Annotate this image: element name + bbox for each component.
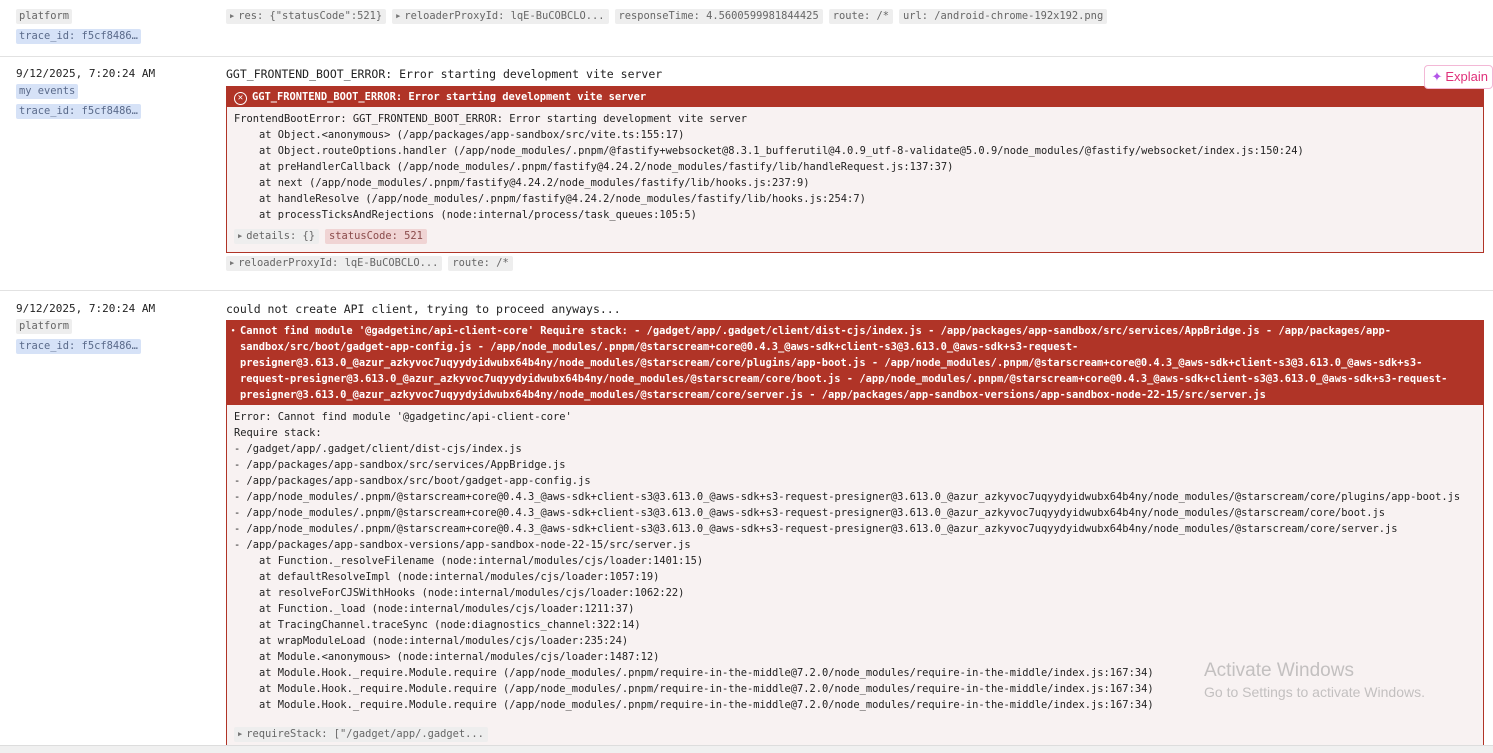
source-label[interactable]: my events xyxy=(16,84,79,99)
log-message: could not create API client, trying to p… xyxy=(226,302,621,316)
tag-status-code: statusCode: 521 xyxy=(325,229,427,244)
trace-id-badge[interactable]: trace_id: f5cf8486… xyxy=(16,104,141,119)
tag-route: route: /* xyxy=(828,9,894,24)
tag-text: res: {"statusCode":521} xyxy=(238,10,383,22)
error-circle-icon: ✕ xyxy=(234,92,247,105)
timestamp: 9/12/2025, 7:20:24 AM xyxy=(16,67,156,80)
explain-label: Explain xyxy=(1445,69,1488,84)
tag-text: reloaderProxyId: lqE-BuCOBCLO... xyxy=(404,10,605,22)
source-label[interactable]: platform xyxy=(16,319,73,334)
log-entry[interactable]: platform trace_id: f5cf8486… ▶ res: {"sta… xyxy=(0,0,1493,57)
tag-require-stack[interactable]: ▶ requireStack: ["/gadget/app/.gadget... xyxy=(234,727,488,742)
error-title: GGT_FRONTEND_BOOT_ERROR: Error starting … xyxy=(252,91,647,103)
explain-button[interactable]: ✦ Explain xyxy=(1424,65,1493,89)
watermark-title: Activate Windows xyxy=(1204,660,1354,681)
tag-text: requireStack: ["/gadget/app/.gadget... xyxy=(246,728,484,740)
trace-id-badge[interactable]: trace_id: f5cf8486… xyxy=(16,29,141,44)
expand-dot-icon: • xyxy=(231,327,236,335)
tag-res[interactable]: ▶ res: {"statusCode":521} xyxy=(226,9,387,24)
tag-details[interactable]: ▶ details: {} xyxy=(234,229,320,244)
tag-text: details: {} xyxy=(246,230,316,242)
error-title: Cannot find module '@gadgetinc/api-clien… xyxy=(240,325,1448,401)
sparkle-icon: ✦ xyxy=(1431,69,1443,84)
expand-triangle-icon: ▶ xyxy=(238,730,243,738)
expand-triangle-icon: ▶ xyxy=(230,259,235,267)
expand-triangle-icon: ▶ xyxy=(238,232,243,240)
log-message: GGT_FRONTEND_BOOT_ERROR: Error starting … xyxy=(226,67,663,81)
watermark-subtitle: Go to Settings to activate Windows. xyxy=(1204,684,1425,700)
error-header[interactable]: ✕ GGT_FRONTEND_BOOT_ERROR: Error starting… xyxy=(227,87,1483,107)
error-box: ✕ GGT_FRONTEND_BOOT_ERROR: Error starting… xyxy=(226,86,1484,253)
trace-id-badge[interactable]: trace_id: f5cf8486… xyxy=(16,339,141,354)
expand-triangle-icon: ▶ xyxy=(396,12,401,20)
windows-activation-watermark: Activate Windows Go to Settings to activ… xyxy=(1204,660,1425,700)
source-label[interactable]: platform xyxy=(16,9,73,24)
tag-reloader-proxy-id[interactable]: ▶ reloaderProxyId: lqE-BuCOBCLO... xyxy=(226,256,443,271)
timestamp: 9/12/2025, 7:20:24 AM xyxy=(16,302,156,315)
tag-response-time: responseTime: 4.5600599981844425 xyxy=(614,9,823,24)
error-header[interactable]: • Cannot find module '@gadgetinc/api-clie… xyxy=(227,321,1483,405)
tag-route: route: /* xyxy=(448,256,513,271)
stack-trace: FrontendBootError: GGT_FRONTEND_BOOT_ERR… xyxy=(234,113,1304,221)
expand-triangle-icon: ▶ xyxy=(230,12,235,20)
log-entry[interactable]: 9/12/2025, 7:20:24 AM my events trace_id… xyxy=(0,55,1493,291)
tag-reloader-proxy-id[interactable]: ▶ reloaderProxyId: lqE-BuCOBCLO... xyxy=(392,9,609,24)
tag-text: reloaderProxyId: lqE-BuCOBCLO... xyxy=(238,257,439,269)
tag-url: url: /android-chrome-192x192.png xyxy=(899,9,1108,24)
